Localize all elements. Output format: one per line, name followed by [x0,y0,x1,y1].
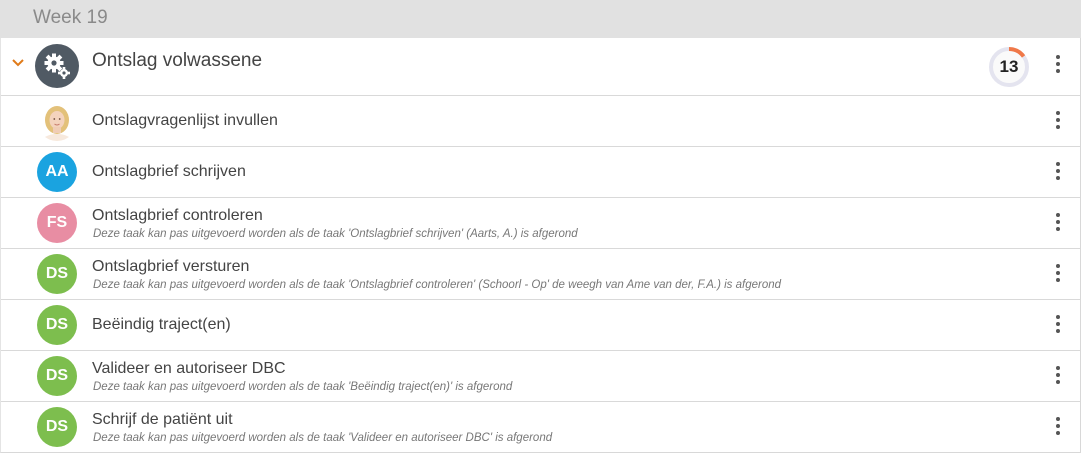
task-group-title: Ontslag volwassene [92,50,263,71]
week-header: Week 19 [0,0,1081,38]
task-count-badge: 13 [999,57,1019,76]
task-more-menu-icon[interactable] [1051,108,1065,134]
task-more-menu-icon[interactable] [1051,414,1065,440]
task-row[interactable]: DS Schrijf de patiënt uit Deze taak kan … [1,402,1080,451]
task-more-menu-icon[interactable] [1051,363,1065,389]
task-group-panel: Ontslag volwassene 13 Ontslagvragenlijst… [0,38,1081,453]
task-title[interactable]: Ontslagbrief controleren [92,207,263,225]
task-row[interactable]: FS Ontslagbrief controleren Deze taak ka… [1,198,1080,249]
task-row[interactable]: DS Valideer en autoriseer DBC Deze taak … [1,351,1080,402]
task-row[interactable]: DS Ontslagbrief versturen Deze taak kan … [1,249,1080,300]
task-title[interactable]: Ontslagvragenlijst invullen [92,112,278,130]
task-more-menu-icon[interactable] [1051,159,1065,185]
task-dependency-note: Deze taak kan pas uitgevoerd worden als … [93,228,578,240]
task-title[interactable]: Ontslagbrief versturen [92,258,249,276]
task-more-menu-icon[interactable] [1051,261,1065,287]
task-row[interactable]: DS Beëindig traject(en) [1,300,1080,351]
task-title[interactable]: Beëindig traject(en) [92,316,231,334]
task-title[interactable]: Schrijf de patiënt uit [92,411,233,429]
task-dependency-note: Deze taak kan pas uitgevoerd worden als … [93,432,553,444]
user-initials-avatar: DS [37,407,77,447]
task-more-menu-icon[interactable] [1051,312,1065,338]
week-title: Week 19 [33,7,108,28]
user-initials-avatar: DS [37,356,77,396]
task-group-header[interactable]: Ontslag volwassene 13 [1,38,1080,96]
gears-icon [35,44,79,88]
group-more-menu-icon[interactable] [1051,52,1065,78]
user-photo-avatar [37,101,77,141]
user-initials-avatar: DS [37,254,77,294]
chevron-down-icon[interactable] [11,56,25,70]
user-initials-avatar: FS [37,203,77,243]
task-title[interactable]: Ontslagbrief schrijven [92,163,246,181]
task-dependency-note: Deze taak kan pas uitgevoerd worden als … [93,381,513,393]
task-dependency-note: Deze taak kan pas uitgevoerd worden als … [93,279,782,291]
task-row[interactable]: Ontslagvragenlijst invullen [1,96,1080,147]
task-row[interactable]: AA Ontslagbrief schrijven [1,147,1080,198]
task-title[interactable]: Valideer en autoriseer DBC [92,360,286,378]
task-more-menu-icon[interactable] [1051,210,1065,236]
user-initials-avatar: AA [37,152,77,192]
user-initials-avatar: DS [37,305,77,345]
